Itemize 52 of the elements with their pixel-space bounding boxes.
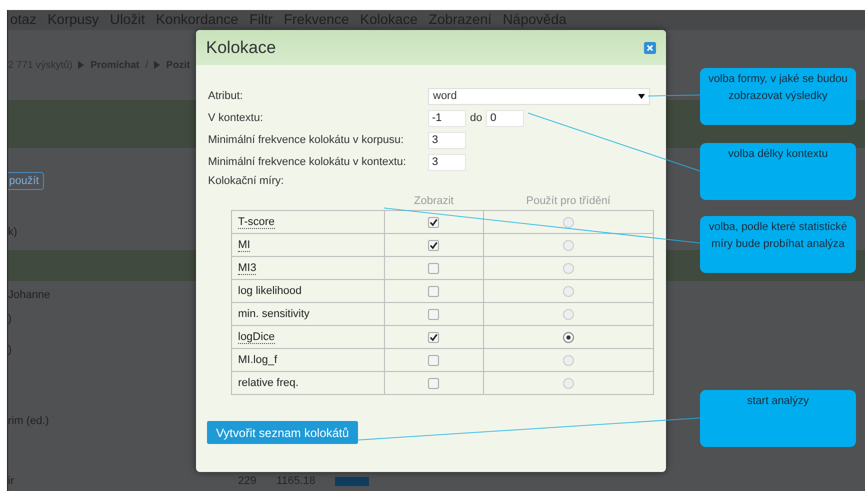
section-label: Kolokační míry: [208,175,285,187]
field-label: Minimální frekvence kolokátu v kontextu: [208,155,408,170]
separator: / [145,60,148,70]
column-header: Použít pro třídění [483,195,654,210]
radio-button[interactable] [562,308,574,320]
measure-name: relative freq. [238,377,299,389]
apply-button[interactable]: použít [8,172,44,190]
radio-button[interactable] [562,216,574,228]
radio-button[interactable] [562,378,574,388]
input-field[interactable]: 3 [428,154,466,170]
input-field[interactable]: 3 [428,132,466,148]
field-label: Minimální frekvence kolokátu v korpusu: [208,133,405,148]
measure-name: log likelihood [238,285,302,297]
checkbox[interactable] [428,262,440,274]
result-text: ) [8,312,13,324]
checkbox[interactable] [428,332,440,342]
checkbox[interactable] [428,286,440,296]
leader-line [648,94,700,96]
callout: volba délky kontextu [700,143,856,200]
measure-name: T-score [238,216,275,229]
callout: volba formy, v jaké se budou zobrazovat výsledky [700,68,856,125]
play-icon [154,61,160,69]
radio-button[interactable] [562,240,574,250]
checkbox[interactable] [428,216,440,228]
measure-name: MI3 [238,262,256,275]
attribute-select[interactable]: word [428,88,650,104]
measure-name: MI.log_f [238,354,278,366]
score-bar [335,476,370,486]
checkbox[interactable] [428,308,440,320]
checkbox[interactable] [428,354,440,366]
field-label: V kontextu: [208,111,264,126]
checkbox[interactable] [428,240,440,250]
callout: start analýzy [700,390,856,447]
radio-button[interactable] [562,332,574,342]
input-field[interactable]: -1 [428,110,466,126]
column-header: Zobrazit [384,195,484,210]
measure-name: min. sensitivity [238,308,310,320]
create-list-button[interactable]: Vytvořit seznam kolokátů [207,421,358,444]
close-icon[interactable] [644,42,656,54]
input-field[interactable]: 0 [486,110,524,126]
checkbox[interactable] [428,378,440,388]
result-text: ) [8,344,13,356]
field-label: Atribut: [208,89,244,104]
measure-name: MI [238,239,250,252]
play-icon [78,61,84,69]
radio-button[interactable] [562,286,574,296]
radio-button[interactable] [562,262,574,274]
range-label: do [470,112,482,124]
dialog-title: Kolokace [206,38,276,58]
measure-name: logDice [238,331,275,344]
radio-button[interactable] [562,354,574,366]
callout: volba, podle které statistické míry bude probíhat analýza [700,216,856,273]
